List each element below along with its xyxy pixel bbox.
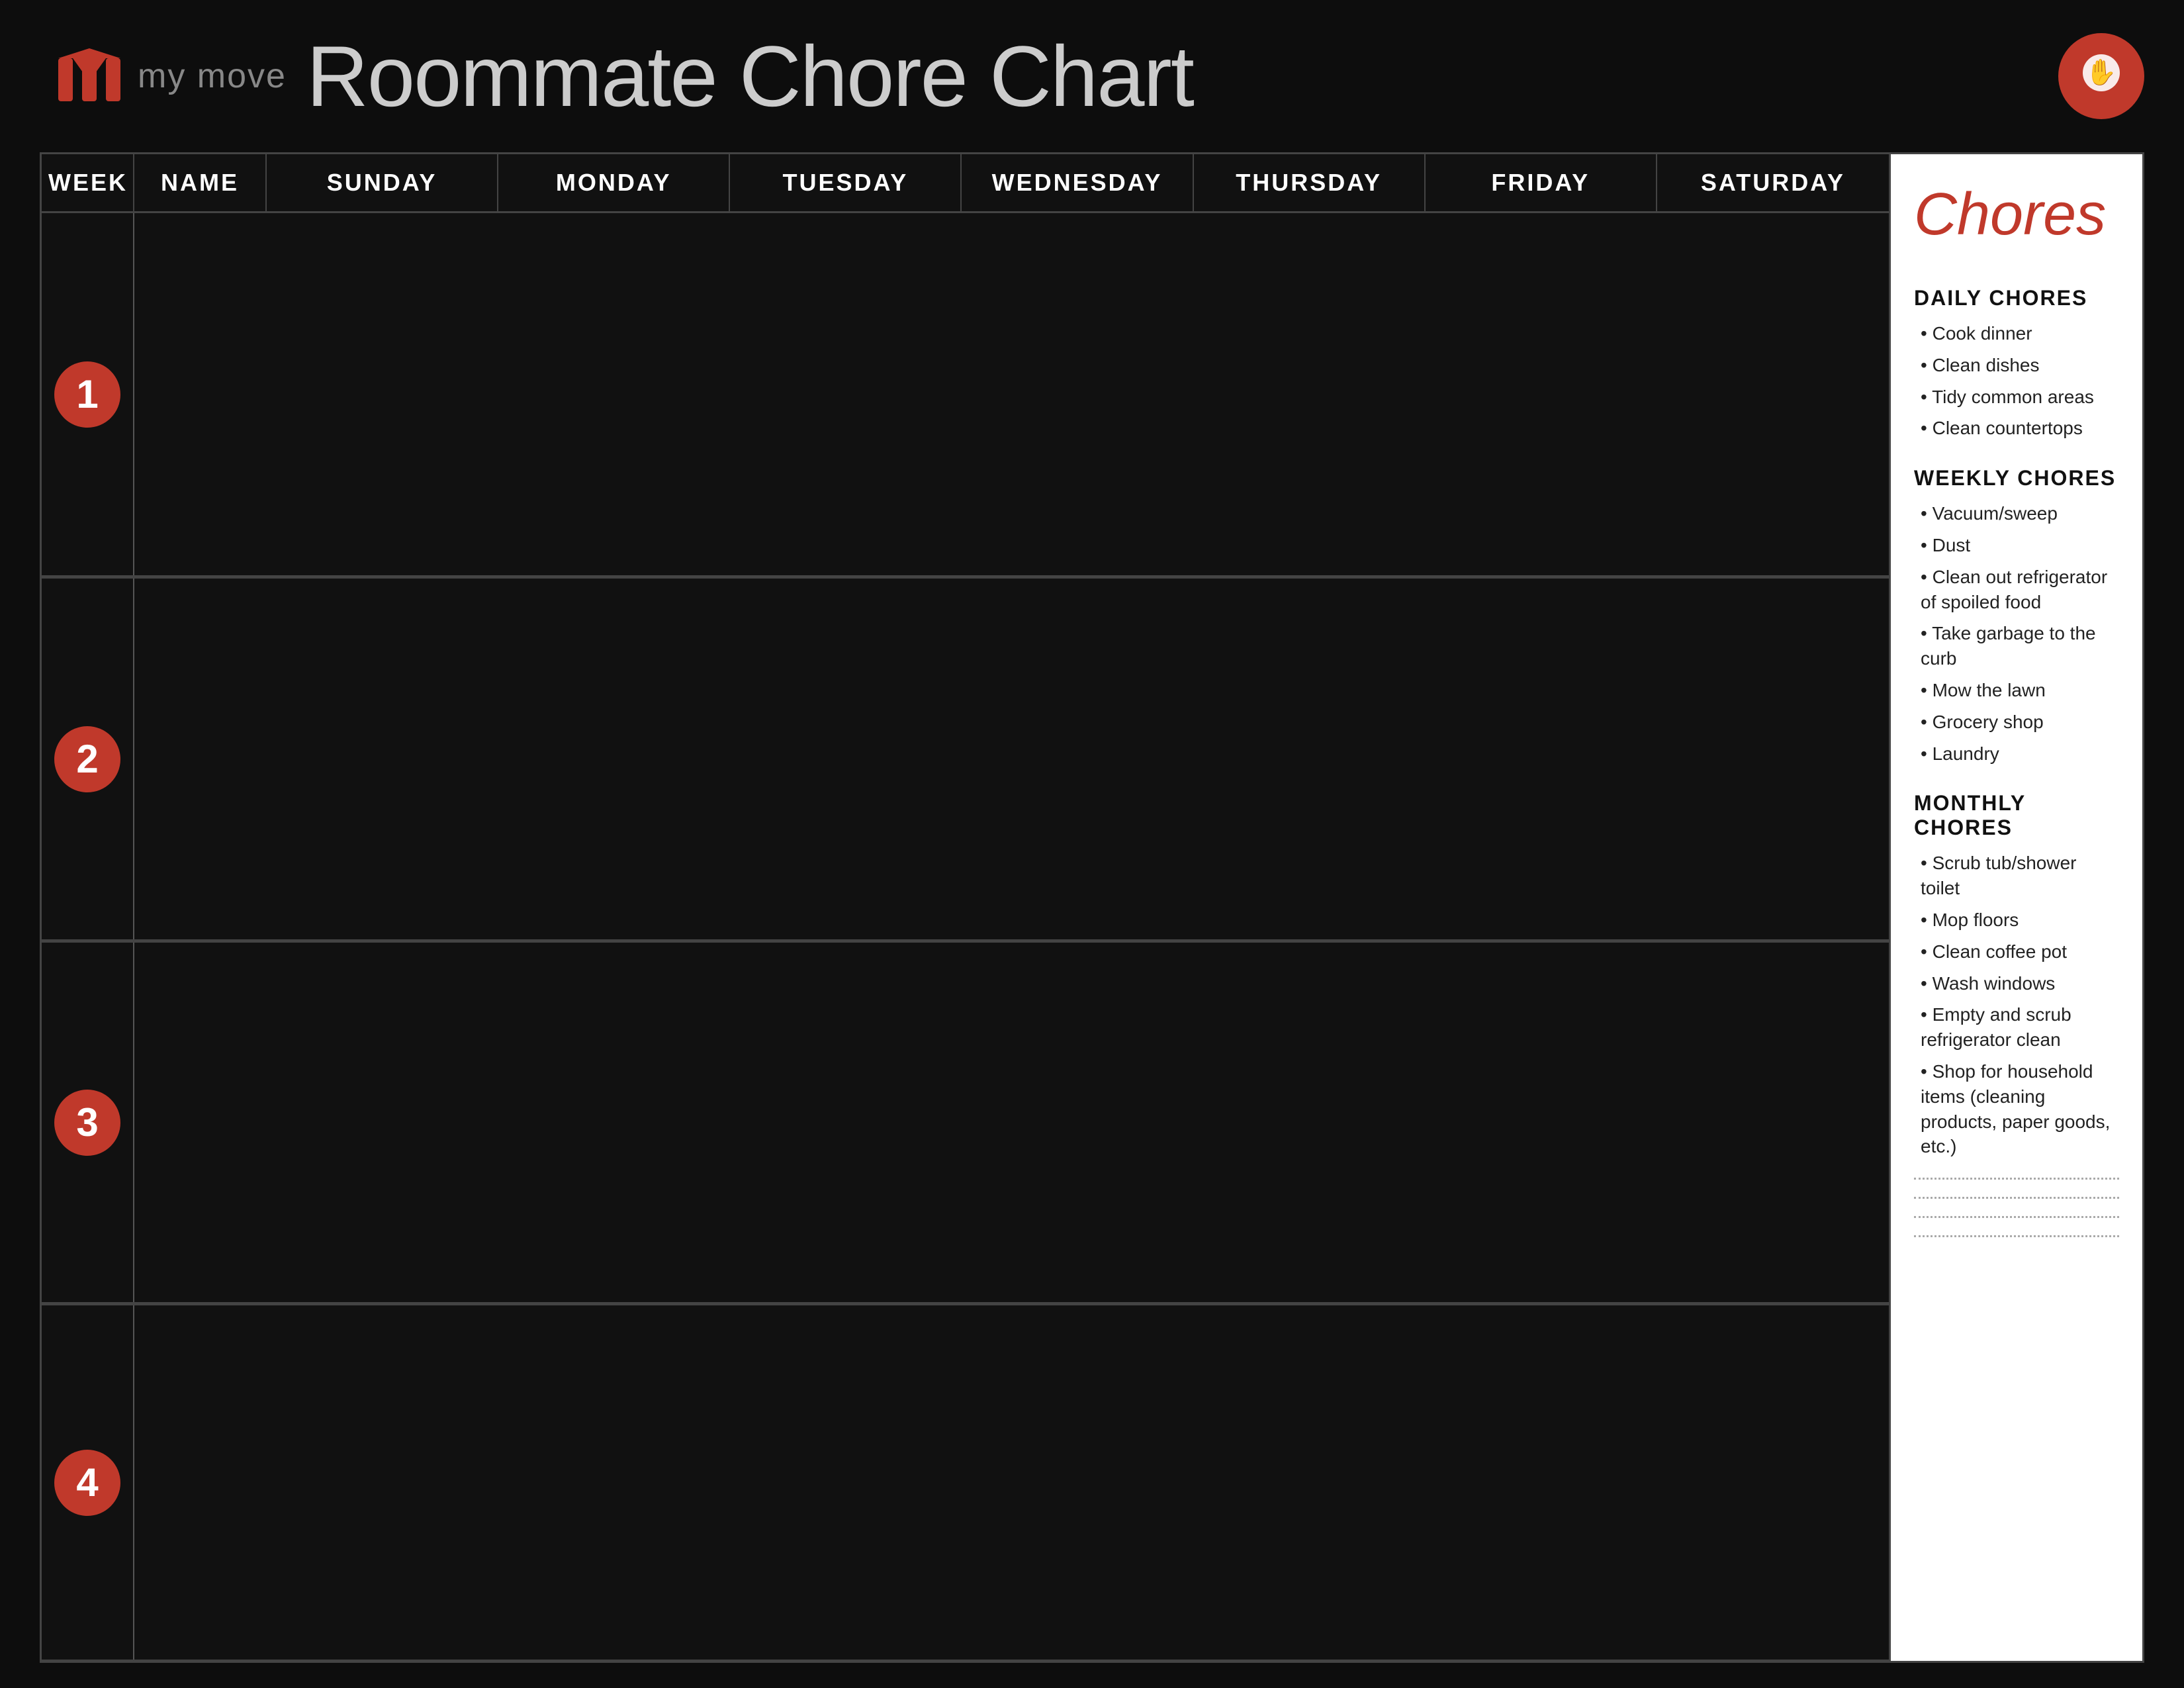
- page: my move Roommate Chore Chart ✋ WEEK NAME…: [0, 0, 2184, 1688]
- page-title: Roommate Chore Chart: [306, 26, 2038, 126]
- week-4-top: 4: [42, 1305, 1889, 1661]
- col-thursday: THURSDAY: [1194, 154, 1426, 211]
- logo-icon: [53, 45, 126, 108]
- week-row-1: 1: [42, 213, 1889, 579]
- monthly-chore-4: Wash windows: [1914, 971, 2119, 996]
- week-2-top: 2: [42, 579, 1889, 941]
- col-friday: FRIDAY: [1426, 154, 1657, 211]
- week-1-number: 1: [42, 213, 134, 575]
- week-3-top: 3: [42, 943, 1889, 1303]
- chore-icon: ✋: [2058, 33, 2144, 119]
- dotted-line-3: [1914, 1216, 2119, 1218]
- week-4-circle: 4: [54, 1450, 120, 1516]
- header: my move Roommate Chore Chart ✋: [40, 26, 2144, 126]
- week-3-number: 3: [42, 943, 134, 1302]
- weekly-chore-6: Grocery shop: [1914, 710, 2119, 735]
- col-sunday: SUNDAY: [267, 154, 498, 211]
- daily-chore-3: Tidy common areas: [1914, 385, 2119, 410]
- logo-area: my move: [53, 45, 287, 108]
- col-tuesday: TUESDAY: [730, 154, 962, 211]
- chore-table: WEEK NAME SUNDAY MONDAY TUESDAY WEDNESDA…: [42, 154, 1891, 1661]
- col-monday: MONDAY: [498, 154, 730, 211]
- daily-chore-1: Cook dinner: [1914, 321, 2119, 346]
- sidebar-title: Chores: [1914, 181, 2119, 249]
- week-row-2: 2: [42, 579, 1889, 943]
- weekly-chore-4: Take garbage to the curb: [1914, 621, 2119, 671]
- chores-sidebar: Chores DAILY CHORES Cook dinner Clean di…: [1891, 154, 2142, 1661]
- dotted-line-1: [1914, 1178, 2119, 1180]
- daily-chore-2: Clean dishes: [1914, 353, 2119, 378]
- daily-chore-4: Clean countertops: [1914, 416, 2119, 441]
- monthly-chore-3: Clean coffee pot: [1914, 939, 2119, 964]
- weekly-chore-3: Clean out refrigerator of spoiled food: [1914, 565, 2119, 615]
- main-content: WEEK NAME SUNDAY MONDAY TUESDAY WEDNESDA…: [40, 152, 2144, 1663]
- monthly-chore-2: Mop floors: [1914, 908, 2119, 933]
- week-4-number: 4: [42, 1305, 134, 1660]
- dotted-line-4: [1914, 1235, 2119, 1237]
- col-saturday: SATURDAY: [1657, 154, 1889, 211]
- week-2-number: 2: [42, 579, 134, 939]
- week-3-circle: 3: [54, 1090, 120, 1156]
- week-2-circle: 2: [54, 726, 120, 792]
- monthly-chore-1: Scrub tub/shower toilet: [1914, 851, 2119, 901]
- week-row-4: 4: [42, 1305, 1889, 1661]
- logo-text: my move: [138, 56, 287, 96]
- hand-icon: ✋: [2075, 50, 2128, 103]
- dotted-line-2: [1914, 1197, 2119, 1199]
- weekly-chore-1: Vacuum/sweep: [1914, 501, 2119, 526]
- week-row-3: 3: [42, 943, 1889, 1305]
- weekly-chores-heading: WEEKLY CHORES: [1914, 466, 2119, 491]
- week-rows: 1: [42, 213, 1889, 1661]
- col-name: NAME: [134, 154, 267, 211]
- monthly-chore-6: Shop for household items (cleaning produ…: [1914, 1059, 2119, 1159]
- table-header: WEEK NAME SUNDAY MONDAY TUESDAY WEDNESDA…: [42, 154, 1889, 213]
- svg-text:✋: ✋: [2085, 58, 2116, 87]
- week-1-top: 1: [42, 213, 1889, 577]
- daily-chores-heading: DAILY CHORES: [1914, 286, 2119, 310]
- monthly-chore-5: Empty and scrub refrigerator clean: [1914, 1002, 2119, 1053]
- week-1-circle: 1: [54, 361, 120, 428]
- weekly-chore-7: Laundry: [1914, 741, 2119, 767]
- weekly-chore-5: Mow the lawn: [1914, 678, 2119, 703]
- weekly-chore-2: Dust: [1914, 533, 2119, 558]
- monthly-chores-heading: MONTHLY CHORES: [1914, 791, 2119, 840]
- col-week: WEEK: [42, 154, 134, 211]
- col-wednesday: WEDNESDAY: [962, 154, 1193, 211]
